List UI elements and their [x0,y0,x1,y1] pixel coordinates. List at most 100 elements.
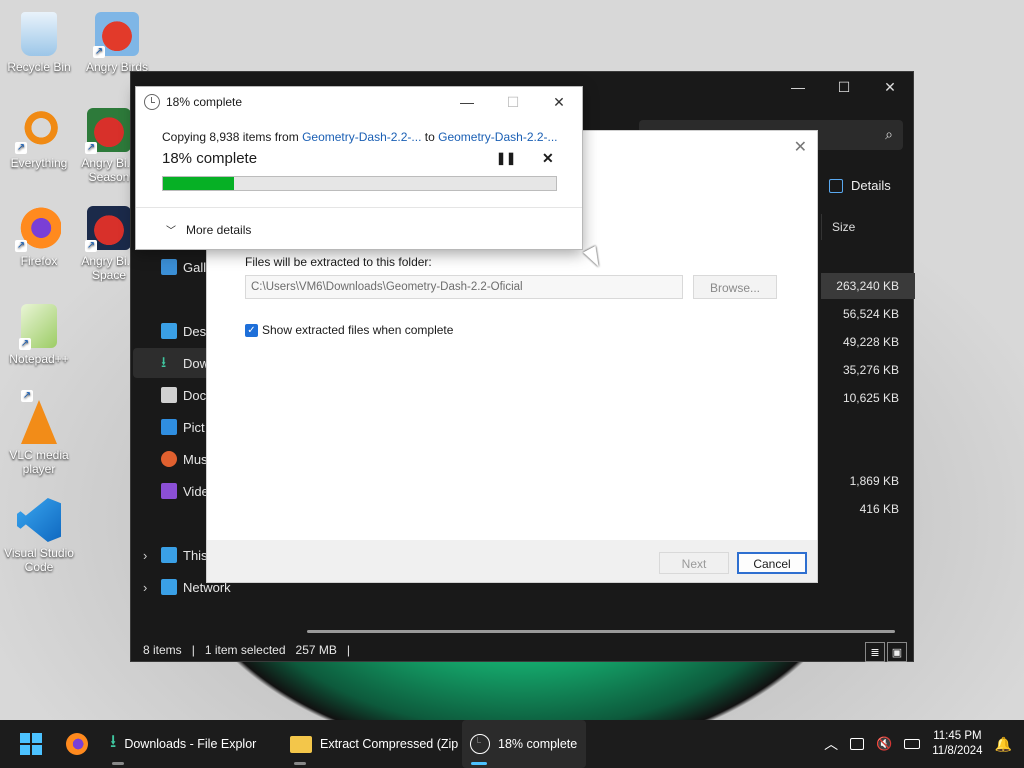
network-status-icon[interactable] [850,738,865,750]
status-divider: | [346,643,351,657]
file-size-cell[interactable]: 416 KB [821,496,915,522]
close-icon[interactable]: ✕ [794,137,807,157]
recycle-bin-icon [21,12,57,56]
extract-folder-label: Files will be extracted to this folder: [245,255,432,269]
running-indicator [294,762,307,765]
desktop-icon-label: Notepad++ [9,352,69,366]
file-size-cell[interactable]: 56,524 KB [821,301,915,327]
clock-date: 11/8/2024 [932,745,983,757]
desktop-icon-vscode[interactable]: ↗ Visual Studio Code [1,498,77,574]
desktop-icon-label: Firefox [20,254,58,268]
nav-item-music[interactable]: Mus [161,447,208,471]
copy-prefix: Copying 8,938 items from [162,130,303,144]
more-details-toggle[interactable]: ﹀ More details [166,222,252,238]
chevron-right-icon[interactable]: › [143,548,155,563]
progress-bar-fill [163,177,234,190]
volume-muted-icon[interactable]: 🔇 [876,736,892,752]
cancel-copy-icon[interactable]: ✕ [542,150,554,167]
details-view-icon[interactable]: ≣ [865,642,885,662]
file-size-cell[interactable]: 1,869 KB [821,468,915,494]
next-button[interactable]: Next [659,552,729,574]
download-folder-icon: ⭳ [110,731,117,751]
nav-item-gallery[interactable]: Gall [161,255,206,279]
checkmark-icon[interactable]: ✓ [245,323,258,337]
chevron-up-icon[interactable]: ︿ [824,734,838,754]
nav-item-this-pc[interactable]: › This [143,543,208,567]
taskbar-file-explorer[interactable]: ⭳ Downloads - File Explor [102,720,264,768]
nav-item-videos[interactable]: Vide [161,479,209,503]
destination-folder-link[interactable]: Geometry-Dash-2.2-... [438,130,557,144]
file-size-cell[interactable]: 263,240 KB [821,273,915,299]
nav-label: Pict [183,419,205,435]
nav-label: Vide [183,483,209,499]
more-details-label: More details [186,222,252,237]
running-indicator [112,762,125,765]
nav-item-pictures[interactable]: Pict [161,415,205,439]
taskbar-extract-wizard[interactable]: Extract Compressed (Zip [282,720,466,768]
chevron-down-icon: ﹀ [166,226,176,237]
chevron-right-icon[interactable]: › [143,580,155,595]
extract-path-field[interactable]: C:\Users\VM6\Downloads\Geometry-Dash-2.2… [245,275,683,299]
desktop-icon [161,323,177,339]
start-button[interactable] [12,720,50,768]
taskbar-copy-progress[interactable]: 18% complete [462,720,586,768]
search-icon: ⌕ [885,126,893,142]
file-size-cell[interactable]: 49,228 KB [821,329,915,355]
status-size: 257 MB [295,643,337,657]
file-size-cell[interactable]: 10,625 KB [821,385,915,411]
battery-icon[interactable] [904,739,921,749]
minimize-icon[interactable]: — [444,87,490,117]
desktop-icon-vlc[interactable]: ↗ VLC media player [1,390,77,476]
taskbar-clock[interactable]: 11:45 PM 11/8/2024 [932,729,982,759]
desktop-icon-label: Angry Bi... Space [81,254,137,282]
desktop-icon-firefox[interactable]: ↗ Firefox [1,206,77,268]
pictures-icon [161,419,177,435]
network-icon [161,579,177,595]
nav-item-documents[interactable]: Doc [161,383,206,407]
cancel-button[interactable]: Cancel [737,552,807,574]
taskbar-firefox[interactable] [58,720,96,768]
desktop-icon-everything[interactable]: ↗ Everything [1,108,77,170]
dialog-title-text: 18% complete [166,95,243,109]
desktop-icon-label: Everything [10,156,68,170]
browse-button[interactable]: Browse... [693,275,777,299]
nav-item-downloads[interactable]: ⭳ Dow [161,351,209,375]
desktop-icon-label: VLC media player [9,448,69,476]
desktop-icon-label: Visual Studio Code [4,546,74,574]
desktop-icon-recycle-bin[interactable]: Recycle Bin [1,12,77,74]
system-tray: ︿ 🔇 11:45 PM 11/8/2024 🔔 [824,720,1024,768]
taskbar-item-label: 18% complete [498,737,578,751]
desktop-icon-notepad-plus-plus[interactable]: ↗ Notepad++ [1,304,77,366]
show-files-checkbox[interactable]: ✓ Show extracted files when complete [245,323,453,337]
close-icon[interactable]: ✕ [536,87,582,117]
tiles-view-icon[interactable]: ▣ [887,642,907,662]
notification-bell-icon[interactable]: 🔔 [995,736,1012,753]
dialog-title: 18% complete [144,94,242,110]
column-header-size[interactable]: Size [821,214,907,240]
running-indicator [471,762,488,765]
maximize-icon[interactable]: ☐ [821,72,867,102]
this-pc-icon [161,547,177,563]
desktop-icon-angry-birds[interactable]: ↗ Angry Birds [79,12,155,74]
angry-birds-icon: ↗ [93,12,139,58]
details-label: Details [851,178,891,193]
vlc-icon: ↗ [21,390,57,444]
copy-description: Copying 8,938 items from Geometry-Dash-2… [162,130,558,144]
file-size-cell[interactable]: 35,276 KB [821,357,915,383]
nav-item-desktop[interactable]: Desk [161,319,213,343]
vscode-icon: ↗ [17,498,61,542]
taskbar-item-label: Downloads - File Explor [124,737,257,751]
details-pane-button[interactable]: Details [829,178,891,193]
status-selected: 1 item selected [204,643,286,657]
pause-icon[interactable]: ❚❚ [496,151,516,165]
clock-time: 11:45 PM [933,730,982,742]
minimize-icon[interactable]: — [775,72,821,102]
copy-progress-dialog[interactable]: 18% complete — ☐ ✕ Copying 8,938 items f… [135,86,583,250]
desktop-icon-label: Angry Bi... Season [81,156,137,184]
close-icon[interactable]: ✕ [867,72,913,102]
angry-birds-seasons-icon: ↗ [85,108,131,154]
status-bar: 8 items | 1 item selected 257 MB | [143,643,350,657]
taskbar-item-label: Extract Compressed (Zip [320,737,459,751]
source-folder-link[interactable]: Geometry-Dash-2.2-... [302,130,421,144]
horizontal-scrollbar[interactable] [307,630,895,633]
